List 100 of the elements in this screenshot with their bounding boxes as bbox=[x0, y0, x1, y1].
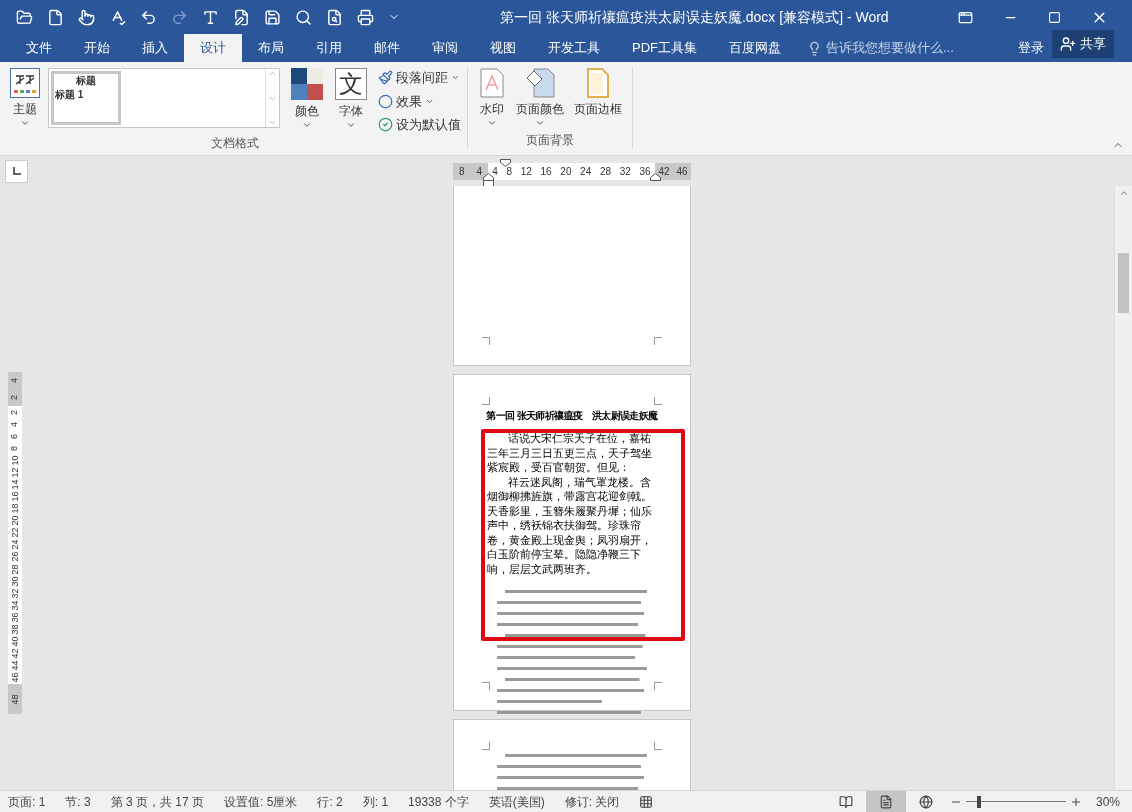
vertical-scrollbar[interactable] bbox=[1114, 186, 1132, 790]
view-icon bbox=[878, 794, 893, 809]
fonts-button[interactable]: 文 字体 bbox=[332, 68, 370, 130]
ruler-number: 46 bbox=[10, 672, 20, 683]
ribbon-tab[interactable]: 引用 bbox=[300, 34, 358, 62]
ribbon-tab[interactable]: 设计 bbox=[184, 34, 242, 62]
check-circle-icon bbox=[378, 117, 393, 133]
corner-mark bbox=[482, 742, 490, 750]
zoom-in-icon[interactable] bbox=[1069, 795, 1082, 808]
page-borders-button[interactable]: 页面边框 bbox=[572, 68, 624, 118]
ribbon-tab[interactable]: 审阅 bbox=[416, 34, 474, 62]
corner-mark bbox=[654, 397, 662, 405]
ruler-number: 4 bbox=[492, 164, 498, 179]
toolbar-icon[interactable] bbox=[326, 8, 343, 26]
ribbon-tab[interactable]: PDF工具集 bbox=[616, 34, 713, 62]
status-item[interactable]: 节: 3 bbox=[65, 792, 91, 811]
style-gallery[interactable]: 标题 标题 1 bbox=[48, 68, 280, 128]
ruler-number: 2 bbox=[10, 395, 20, 400]
circle-icon bbox=[378, 93, 393, 109]
status-item[interactable]: 列: 1 bbox=[362, 792, 389, 811]
toolbar-icon[interactable] bbox=[295, 8, 312, 26]
view-button[interactable] bbox=[865, 791, 906, 812]
ruler-number: 4 bbox=[476, 164, 483, 179]
paragraph-spacing-button[interactable]: 段落间距 bbox=[378, 68, 461, 88]
hanging-indent-marker[interactable] bbox=[483, 172, 494, 187]
ruler-number: 12 bbox=[10, 467, 20, 478]
status-item[interactable]: 修订: 关闭 bbox=[564, 792, 620, 811]
toolbar-icon[interactable] bbox=[140, 8, 157, 26]
ruler-number: 4 bbox=[10, 421, 20, 427]
ruler-number: 16 bbox=[10, 491, 20, 502]
status-item[interactable]: 19338 个字 bbox=[408, 792, 469, 811]
watermark-button[interactable]: 水印 bbox=[476, 68, 508, 128]
ruler-number: 8 bbox=[506, 164, 513, 179]
ruler-number: 34 bbox=[10, 600, 20, 611]
ruler-number: 40 bbox=[10, 636, 20, 647]
macro-icon[interactable] bbox=[639, 794, 654, 809]
ribbon-tab[interactable]: 邮件 bbox=[358, 34, 416, 62]
first-line-indent-marker[interactable] bbox=[500, 158, 511, 167]
color-swatch-icon bbox=[291, 68, 323, 100]
chapter-heading: 第一回 张天师祈禳瘟疫 洪太尉误走妖魔 bbox=[486, 409, 658, 423]
ruler-number: 30 bbox=[10, 576, 20, 587]
ruler-number: 10 bbox=[10, 455, 20, 466]
corner-mark bbox=[654, 742, 662, 750]
toolbar-icon[interactable] bbox=[47, 8, 64, 26]
theme-button[interactable]: 主题 bbox=[8, 68, 42, 128]
toolbar-icon[interactable] bbox=[202, 8, 219, 26]
set-default-button[interactable]: 设为默认值 bbox=[378, 115, 461, 135]
ribbon-display-icon[interactable] bbox=[958, 9, 973, 25]
body-paragraph: 话说大宋仁宗天子在位，嘉祐三年三月三日五更三点，天子驾坐紫宸殿，受百官朝贺。但见： bbox=[487, 431, 653, 475]
scroll-thumb[interactable] bbox=[1118, 253, 1129, 313]
ruler-number: 20 bbox=[10, 515, 20, 526]
person-add-icon bbox=[1060, 36, 1076, 52]
style-thumbnail[interactable]: 标题 标题 1 bbox=[51, 71, 121, 125]
ribbon-tab[interactable]: 布局 bbox=[242, 34, 300, 62]
corner-mark bbox=[654, 337, 662, 345]
effects-button[interactable]: 效果 bbox=[378, 91, 461, 111]
status-item[interactable]: 行: 2 bbox=[317, 792, 343, 811]
toolbar-icon[interactable] bbox=[357, 8, 374, 26]
ruler-number: 12 bbox=[520, 164, 532, 179]
ruler-number: 8 bbox=[10, 445, 20, 451]
colors-button[interactable]: 颜色 bbox=[288, 68, 326, 130]
ruler-number: 26 bbox=[10, 551, 20, 562]
zoom-slider[interactable] bbox=[965, 795, 1066, 808]
ruler-number: 46 bbox=[676, 164, 688, 179]
page-color-icon bbox=[525, 68, 555, 98]
sign-in-link[interactable]: 登录 bbox=[1010, 34, 1052, 62]
tab-selector[interactable] bbox=[5, 159, 28, 183]
ribbon-tab[interactable]: 文件 bbox=[10, 34, 68, 62]
ruler-number: 36 bbox=[10, 612, 20, 623]
share-button[interactable]: 共享 bbox=[1052, 30, 1114, 58]
theme-icon bbox=[10, 68, 40, 98]
status-item[interactable]: 英语(美国) bbox=[488, 792, 545, 811]
ribbon-tab[interactable]: 开始 bbox=[68, 34, 126, 62]
zoom-thumb[interactable] bbox=[977, 795, 982, 808]
ribbon-tab[interactable]: 插入 bbox=[126, 34, 184, 62]
tell-me-field[interactable]: 告诉我您想要做什么... bbox=[826, 38, 976, 58]
zoom-level[interactable]: 30% bbox=[1095, 792, 1120, 811]
ruler-number: 8 bbox=[458, 164, 465, 179]
corner-mark bbox=[482, 337, 490, 345]
maximize-icon[interactable] bbox=[1048, 10, 1061, 24]
status-item[interactable]: 页面: 1 bbox=[8, 792, 46, 811]
group-label: 文档格式 bbox=[210, 135, 259, 152]
ribbon-tab[interactable]: 百度网盘 bbox=[713, 34, 797, 62]
ruler-number: 48 bbox=[10, 694, 20, 704]
ruler-number: 28 bbox=[10, 564, 20, 575]
page-color-button[interactable]: 页面颜色 bbox=[514, 68, 566, 128]
toolbar-icon[interactable] bbox=[16, 8, 33, 26]
corner-mark bbox=[482, 397, 490, 405]
status-item[interactable]: 设置值: 5厘米 bbox=[224, 792, 298, 811]
toolbar-icon[interactable] bbox=[233, 8, 250, 26]
ruler-number: 32 bbox=[619, 164, 631, 179]
corner-mark bbox=[482, 682, 490, 690]
ruler-number: 42 bbox=[10, 648, 20, 659]
ruler-number: 6 bbox=[10, 433, 20, 439]
ribbon-tab[interactable]: 开发工具 bbox=[532, 34, 616, 62]
corner-mark bbox=[654, 682, 662, 690]
toolbar-icon[interactable] bbox=[264, 8, 281, 26]
ribbon-tab[interactable]: 视图 bbox=[474, 34, 532, 62]
status-item[interactable]: 第 3 页，共 17 页 bbox=[110, 792, 205, 811]
toolbar-icon[interactable] bbox=[78, 8, 95, 26]
